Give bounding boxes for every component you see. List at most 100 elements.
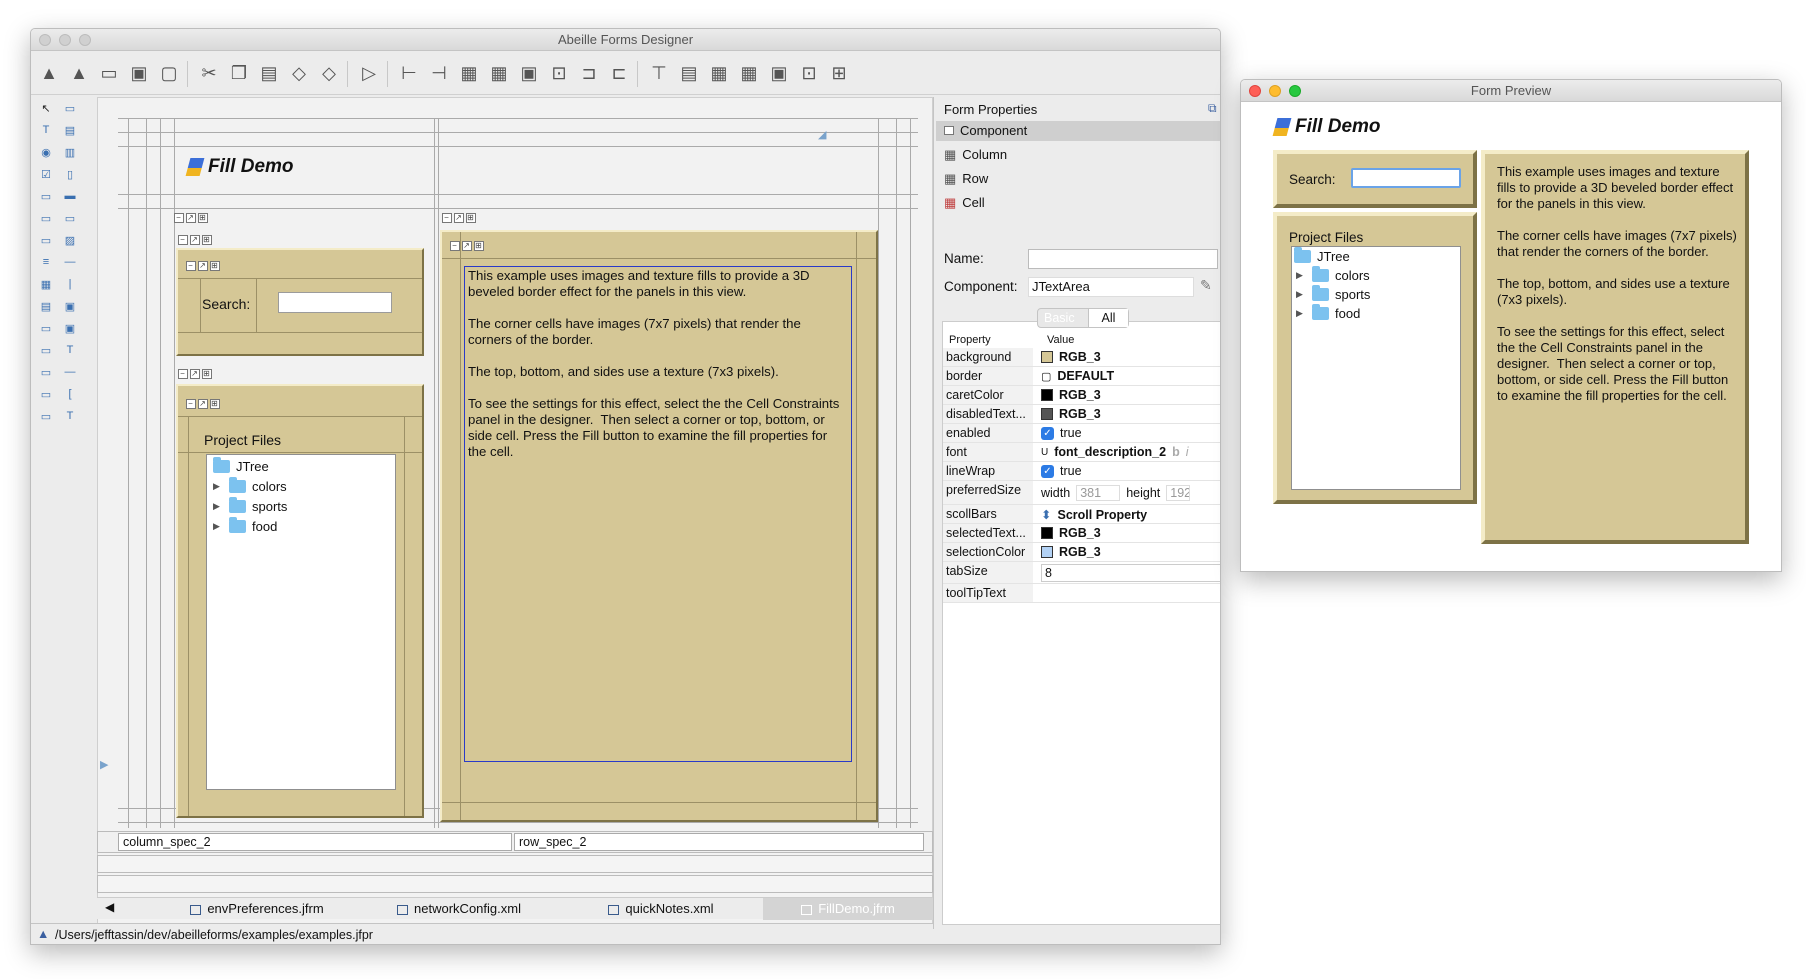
expand-arrow-icon[interactable]: ▶ bbox=[1296, 270, 1306, 281]
textarea-tool-icon[interactable]: ▤ bbox=[61, 121, 79, 139]
tree-tool-icon[interactable]: ▤ bbox=[37, 297, 55, 315]
grid-icon[interactable]: ▦ bbox=[737, 61, 761, 85]
name-field[interactable] bbox=[1028, 249, 1218, 269]
property-value[interactable]: RGB_3 bbox=[1041, 526, 1101, 540]
expand-arrow-icon[interactable]: ▶ bbox=[1296, 289, 1306, 300]
grid-icon[interactable]: ⊏ bbox=[607, 61, 631, 85]
cell-controls[interactable]: − ↗ ⊞ bbox=[178, 368, 214, 379]
close-button[interactable] bbox=[1249, 85, 1261, 97]
search-field[interactable] bbox=[278, 292, 392, 313]
pointer-tool-icon[interactable]: ↖ bbox=[37, 99, 55, 117]
cell-controls[interactable]: − ↗ ⊞ bbox=[442, 212, 478, 223]
property-row[interactable]: selectedText... RGB_3 bbox=[943, 524, 1220, 543]
checkbox-tool-icon[interactable]: ☑ bbox=[37, 165, 55, 183]
new-project-icon[interactable]: ▲ bbox=[37, 61, 61, 85]
insert-column-right-icon[interactable]: ⊣ bbox=[427, 61, 451, 85]
open-project-icon[interactable]: ▲ bbox=[67, 61, 91, 85]
height-field[interactable]: 192 bbox=[1166, 485, 1191, 501]
separator-tool-icon[interactable]: ≡ bbox=[37, 253, 55, 271]
cell-controls[interactable]: − ↗ ⊞ bbox=[178, 234, 214, 245]
preview-tree-item-colors[interactable]: ▶ colors bbox=[1296, 266, 1370, 283]
preview-search-field[interactable] bbox=[1351, 168, 1461, 188]
property-row[interactable]: enabled ✓ true bbox=[943, 424, 1220, 443]
button-tool-icon[interactable]: ▭ bbox=[37, 187, 55, 205]
label-tool-icon[interactable]: ▭ bbox=[61, 99, 79, 117]
tab-filldemo[interactable]: FillDemo.jfrm bbox=[763, 898, 933, 920]
zoom-button[interactable] bbox=[79, 34, 91, 46]
spec-editor-row[interactable] bbox=[97, 875, 933, 893]
grid-icon[interactable]: ▦ bbox=[487, 61, 511, 85]
undo-icon[interactable]: ◇ bbox=[287, 61, 311, 85]
spec-editor-row[interactable] bbox=[97, 855, 933, 873]
bracket-tool-icon[interactable]: [ bbox=[61, 385, 79, 403]
split-tool-icon[interactable]: ▭ bbox=[37, 319, 55, 337]
row-spec-field[interactable]: row_spec_2 bbox=[514, 833, 924, 851]
property-value[interactable]: RGB_3 bbox=[1041, 407, 1101, 421]
property-row[interactable]: font Ufont_description_2 b i bbox=[943, 443, 1220, 462]
redo-icon[interactable]: ◇ bbox=[317, 61, 341, 85]
property-row[interactable]: preferredSize width 381 height 192 bbox=[943, 481, 1220, 505]
property-value[interactable]: RGB_3 bbox=[1041, 350, 1101, 364]
line-tool-icon[interactable]: — bbox=[61, 363, 79, 381]
property-value[interactable]: Ufont_description_2 b i bbox=[1041, 445, 1188, 459]
run-preview-icon[interactable]: ▷ bbox=[357, 61, 381, 85]
column-spec-field[interactable]: column_spec_2 bbox=[118, 833, 512, 851]
property-value[interactable]: 8 bbox=[1041, 564, 1220, 582]
paste-icon[interactable]: ▤ bbox=[257, 61, 281, 85]
grid-icon[interactable]: ⊞ bbox=[827, 61, 851, 85]
property-row[interactable]: lineWrap ✓ true bbox=[943, 462, 1220, 481]
node-column[interactable]: ▦ Column bbox=[936, 145, 1007, 165]
property-value[interactable]: RGB_3 bbox=[1041, 388, 1101, 402]
cell-controls[interactable]: − ↗ ⊞ bbox=[186, 260, 222, 271]
progress-tool-icon[interactable]: ▭ bbox=[37, 385, 55, 403]
new-form-icon[interactable]: ▢ bbox=[157, 61, 181, 85]
grid-icon[interactable]: ⊐ bbox=[577, 61, 601, 85]
designer-canvas[interactable]: ◢ ▶ Fill Demo − ↗ ⊞ − ↗ ⊞ − ↗ ⊞ Search: − ↗ ⊞ − ↗… bbox=[97, 97, 933, 929]
property-value[interactable]: width 381 height 192 bbox=[1041, 485, 1191, 501]
tabs-scroll-left-icon[interactable]: ◀ bbox=[105, 900, 114, 914]
cell-controls[interactable]: − ↗ ⊞ bbox=[450, 240, 486, 251]
preview-description-text[interactable]: This example uses images and texture fil… bbox=[1497, 164, 1737, 404]
tabsize-field[interactable]: 8 bbox=[1041, 564, 1220, 582]
minimize-button[interactable] bbox=[1269, 85, 1281, 97]
frame-tool-icon[interactable]: ▭ bbox=[61, 209, 79, 227]
image-tool-icon[interactable]: ▨ bbox=[61, 231, 79, 249]
radio-tool-icon[interactable]: ◉ bbox=[37, 143, 55, 161]
zoom-button[interactable] bbox=[1289, 85, 1301, 97]
insert-row-icon[interactable]: ▤ bbox=[677, 61, 701, 85]
node-component[interactable]: Component bbox=[936, 121, 1220, 141]
field-tool-icon[interactable]: ▭ bbox=[37, 407, 55, 425]
form-title[interactable]: Fill Demo bbox=[185, 156, 294, 178]
detach-icon[interactable]: ⧉ bbox=[1208, 101, 1217, 116]
grid-icon[interactable]: ⊡ bbox=[547, 61, 571, 85]
panel-tool-icon[interactable]: ▬ bbox=[61, 187, 79, 205]
description-textarea[interactable]: This example uses images and texture fil… bbox=[464, 266, 852, 762]
grid-icon[interactable]: ▣ bbox=[517, 61, 541, 85]
search-panel[interactable]: − ↗ ⊞ Search: bbox=[176, 248, 424, 356]
property-row[interactable]: disabledText... RGB_3 bbox=[943, 405, 1220, 424]
user-tool-icon[interactable]: ▣ bbox=[61, 319, 79, 337]
project-files-panel[interactable]: − ↗ ⊞ Project Files JTree ▶ colors ▶ sports … bbox=[176, 384, 424, 818]
vline-tool-icon[interactable]: | bbox=[61, 275, 79, 293]
text-tool-icon[interactable]: T bbox=[37, 121, 55, 139]
grid-icon[interactable]: ▣ bbox=[767, 61, 791, 85]
grid-icon[interactable]: ▦ bbox=[707, 61, 731, 85]
grid-icon[interactable]: ▦ bbox=[457, 61, 481, 85]
cell-controls[interactable]: − ↗ ⊞ bbox=[174, 212, 210, 223]
tab-quicknotes[interactable]: quickNotes.xml bbox=[561, 901, 761, 916]
expand-arrow-icon[interactable]: ▶ bbox=[213, 521, 223, 532]
edit-component-icon[interactable]: ✎ bbox=[1200, 277, 1212, 294]
expand-arrow-icon[interactable]: ▶ bbox=[213, 501, 223, 512]
tree-item-colors[interactable]: ▶ colors bbox=[213, 477, 287, 494]
cell-controls[interactable]: − ↗ ⊞ bbox=[186, 398, 222, 409]
cut-icon[interactable]: ✂ bbox=[197, 61, 221, 85]
preview-project-tree[interactable]: JTree ▶ colors ▶ sports ▶ food bbox=[1291, 246, 1461, 490]
checkbox-icon[interactable]: ✓ bbox=[1041, 464, 1054, 478]
save-icon[interactable]: ▣ bbox=[127, 61, 151, 85]
list-tool-icon[interactable]: ▥ bbox=[61, 143, 79, 161]
property-row[interactable]: border ▢ DEFAULT bbox=[943, 367, 1220, 386]
expand-arrow-icon[interactable]: ▶ bbox=[1296, 308, 1306, 319]
preview-tree-item-food[interactable]: ▶ food bbox=[1296, 304, 1360, 321]
tab-networkconfig[interactable]: networkConfig.xml bbox=[359, 901, 559, 916]
node-row[interactable]: ▦ Row bbox=[936, 169, 988, 189]
